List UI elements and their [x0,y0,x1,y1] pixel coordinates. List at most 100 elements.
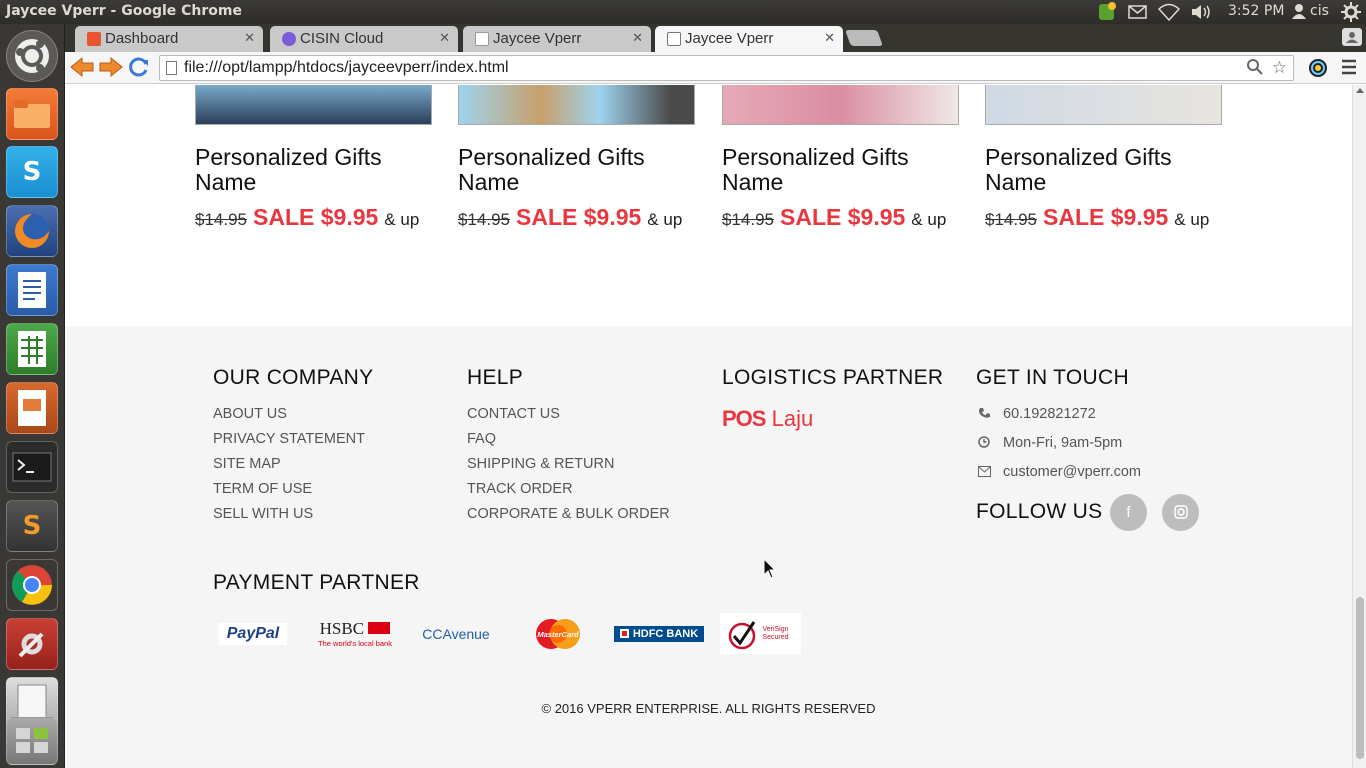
volume-icon[interactable] [1190,3,1214,25]
settings-gear-icon[interactable] [1341,2,1361,26]
impress-icon[interactable] [6,382,58,434]
wifi-icon[interactable] [1157,3,1181,25]
tab-cisin-cloud[interactable]: CISIN Cloud ✕ [270,26,458,52]
clock[interactable]: 3:52 PM [1228,3,1284,19]
close-tab-icon[interactable]: ✕ [632,30,643,46]
new-tab-button[interactable] [845,30,883,46]
back-arrow-icon[interactable] [69,56,95,83]
address-bar[interactable]: file:///opt/lampp/htdocs/jayceevperr/ind… [159,55,1294,81]
instagram-icon[interactable] [1162,494,1199,531]
search-icon[interactable] [1247,59,1263,80]
envelope-icon [976,465,992,480]
forward-arrow-icon[interactable] [98,56,124,83]
footer-logistics-column: LOGISTICS PARTNER POS Laju [722,366,943,432]
pos-laju-logo[interactable]: POS Laju [722,406,943,432]
writer-icon[interactable] [6,264,58,316]
window-title: Jaycee Vperr - Google Chrome [6,3,242,19]
bookmark-star-icon[interactable]: ☆ [1272,58,1287,78]
product-price: $14.95 SALE $9.95 & up [458,204,695,231]
sublime-text-icon[interactable]: S [6,500,58,552]
product-card[interactable]: Personalized Gifts Name $14.95 SALE $9.95… [195,85,432,231]
price-suffix: & up [1174,210,1210,229]
workspace-switcher-icon[interactable] [6,717,58,765]
footer-link-sitemap[interactable]: SITE MAP [213,456,373,472]
email-address[interactable]: customer@vperr.com [1003,464,1141,480]
footer-link-track[interactable]: TRACK ORDER [467,481,670,497]
footer-link-sell[interactable]: SELL WITH US [213,506,373,522]
logo-text: VeriSign Secured [762,625,789,641]
product-card[interactable]: Personalized Gifts Name $14.95 SALE $9.95… [722,85,959,231]
system-settings-icon[interactable] [6,618,58,670]
product-image[interactable] [722,85,959,125]
extension-icon[interactable] [1308,58,1328,82]
product-price: $14.95 SALE $9.95 & up [985,204,1222,231]
footer-link-corporate[interactable]: CORPORATE & BULK ORDER [467,506,670,522]
tab-jaycee-vperr-active[interactable]: Jaycee Vperr ✕ [655,26,843,52]
user-icon[interactable] [1292,3,1306,23]
firefox-icon[interactable] [6,205,58,257]
profile-icon[interactable] [1342,28,1362,46]
footer-link-shipping[interactable]: SHIPPING & RETURN [467,456,670,472]
page-icon [166,61,177,75]
menu-icon[interactable] [1341,58,1357,80]
tab-label: CISIN Cloud [300,30,384,47]
product-name[interactable]: Personalized Gifts Name [458,145,695,195]
footer-link-contact[interactable]: CONTACT US [467,406,670,422]
files-icon[interactable] [6,88,58,140]
close-tab-icon[interactable]: ✕ [824,30,835,46]
product-name[interactable]: Personalized Gifts Name [195,145,432,195]
site-footer: OUR COMPANY ABOUT US PRIVACY STATEMENT S… [65,326,1352,768]
footer-link-privacy[interactable]: PRIVACY STATEMENT [213,431,373,447]
vertical-scrollbar[interactable] [1352,85,1366,768]
ccavenue-logo: CCAvenue [414,613,498,654]
footer-link-faq[interactable]: FAQ [467,431,670,447]
terminal-icon[interactable] [6,441,58,493]
price-suffix: & up [647,210,683,229]
footer-link-terms[interactable]: TERM OF USE [213,481,373,497]
user-name[interactable]: cis [1310,3,1329,19]
follow-us-heading: FOLLOW US [976,500,1103,523]
logo-text: PayPal [218,622,288,645]
skype-icon[interactable]: S [6,146,58,198]
dash-home-icon[interactable] [6,30,58,82]
reload-icon[interactable] [128,56,150,83]
vperr-icon [475,32,489,46]
product-card[interactable]: Personalized Gifts Name $14.95 SALE $9.95… [458,85,695,231]
price-suffix: & up [384,210,420,229]
browser-toolbar: file:///opt/lampp/htdocs/jayceevperr/ind… [65,52,1366,84]
close-tab-icon[interactable]: ✕ [439,30,450,46]
original-price: $14.95 [458,210,510,229]
facebook-icon[interactable]: f [1110,494,1147,531]
product-image[interactable] [195,85,432,125]
product-image[interactable] [458,85,695,125]
phone-number[interactable]: 60.192821272 [1003,406,1096,422]
tab-jaycee-vperr[interactable]: Jaycee Vperr ✕ [463,26,651,52]
product-card[interactable]: Personalized Gifts Name $14.95 SALE $9.95… [985,85,1222,231]
logo-text: CCAvenue [422,625,490,642]
product-name[interactable]: Personalized Gifts Name [985,145,1222,195]
tab-strip: Dashboard ✕ CISIN Cloud ✕ Jaycee Vperr ✕… [65,24,1366,52]
chrome-icon[interactable] [6,559,58,611]
calc-icon[interactable] [6,323,58,375]
original-price: $14.95 [985,210,1037,229]
sale-price: SALE $9.95 [780,204,906,230]
launcher: S S [0,24,65,768]
mastercard-logo: MasterCard [533,613,583,654]
tab-dashboard[interactable]: Dashboard ✕ [75,26,263,52]
product-image[interactable] [985,85,1222,125]
product-name[interactable]: Personalized Gifts Name [722,145,959,195]
mail-icon[interactable] [1128,4,1148,24]
page-viewport: Personalized Gifts Name $14.95 SALE $9.95… [65,85,1352,768]
hsbc-logo: HSBC The world's local bank [314,613,396,654]
scrollbar-thumb[interactable] [1356,597,1364,759]
sale-price: SALE $9.95 [1043,204,1169,230]
footer-link-about[interactable]: ABOUT US [213,406,373,422]
close-tab-icon[interactable]: ✕ [244,30,255,46]
contact-phone: 60.192821272 [976,406,1276,435]
url-text: file:///opt/lampp/htdocs/jayceevperr/ind… [184,59,509,76]
footer-heading: OUR COMPANY [213,366,374,389]
scroll-up-arrow-icon[interactable] [1356,88,1364,93]
clock-icon [976,436,992,451]
footer-heading: LOGISTICS PARTNER [722,366,944,389]
os-top-panel: Jaycee Vperr - Google Chrome 3:52 PM cis [0,0,1366,24]
